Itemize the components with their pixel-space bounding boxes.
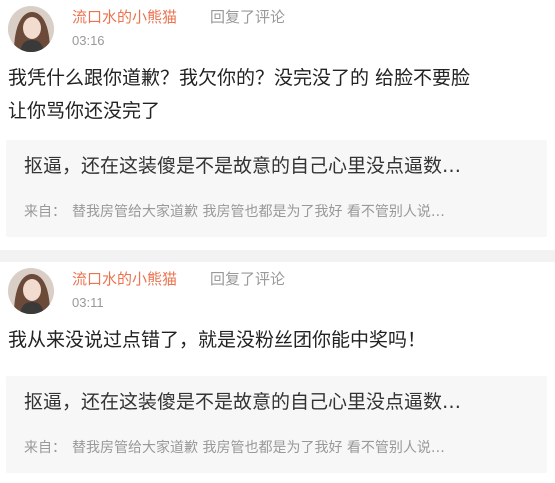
action-text: 回复了评论 — [210, 8, 286, 26]
source-label: 来自： — [24, 204, 66, 220]
avatar[interactable] — [8, 6, 54, 52]
quoted-comment-text: 抠逼，还在这装傻是不是故意的自己心里没点逼数… — [24, 155, 462, 177]
quoted-comment-text: 抠逼，还在这装傻是不是故意的自己心里没点逼数… — [24, 391, 462, 413]
quoted-comment[interactable]: 抠逼，还在这装傻是不是故意的自己心里没点逼数… 来自： 替我房管给大家道歉 我房管… — [6, 140, 547, 237]
quote-source[interactable]: 来自： 替我房管给大家道歉 我房管也都是为了我好 看不管别人说… — [24, 438, 534, 458]
comment-text[interactable]: 我凭什么跟你道歉？我欠你的？没完没了的 给脸不要脸 让你骂你还没完了 — [8, 62, 548, 128]
source-label: 来自： — [24, 440, 66, 456]
source-text: 替我房管给大家道歉 我房管也都是为了我好 看不管别人说… — [72, 204, 445, 220]
action-text: 回复了评论 — [210, 270, 286, 288]
comment-text[interactable]: 我从来没说过点错了，就是没粉丝团你能中奖吗！ — [8, 324, 548, 357]
timestamp: 03:16 — [72, 33, 105, 48]
source-text: 替我房管给大家道歉 我房管也都是为了我好 看不管别人说… — [72, 440, 445, 456]
card-separator — [0, 250, 555, 262]
comment-text-line: 我凭什么跟你道歉？我欠你的？没完没了的 给脸不要脸 — [8, 67, 471, 89]
timestamp: 03:11 — [72, 295, 104, 310]
quote-source[interactable]: 来自： 替我房管给大家道歉 我房管也都是为了我好 看不管别人说… — [24, 202, 534, 222]
comment-card[interactable]: 流口水的小熊猫 回复了评论 03:16 我凭什么跟你道歉？我欠你的？没完没了的 … — [0, 0, 555, 250]
quoted-comment[interactable]: 抠逼，还在这装傻是不是故意的自己心里没点逼数… 来自： 替我房管给大家道歉 我房管… — [6, 376, 547, 473]
username-link[interactable]: 流口水的小熊猫 — [72, 6, 177, 27]
avatar-image — [8, 6, 54, 52]
avatar[interactable] — [8, 268, 54, 314]
username-link[interactable]: 流口水的小熊猫 — [72, 268, 177, 289]
comment-text-line: 我从来没说过点错了，就是没粉丝团你能中奖吗！ — [8, 329, 427, 351]
comment-card[interactable]: 流口水的小熊猫 回复了评论 03:11 我从来没说过点错了，就是没粉丝团你能中奖… — [0, 262, 555, 483]
avatar-image — [8, 268, 54, 314]
comment-text-line: 让你骂你还没完了 — [8, 100, 161, 122]
